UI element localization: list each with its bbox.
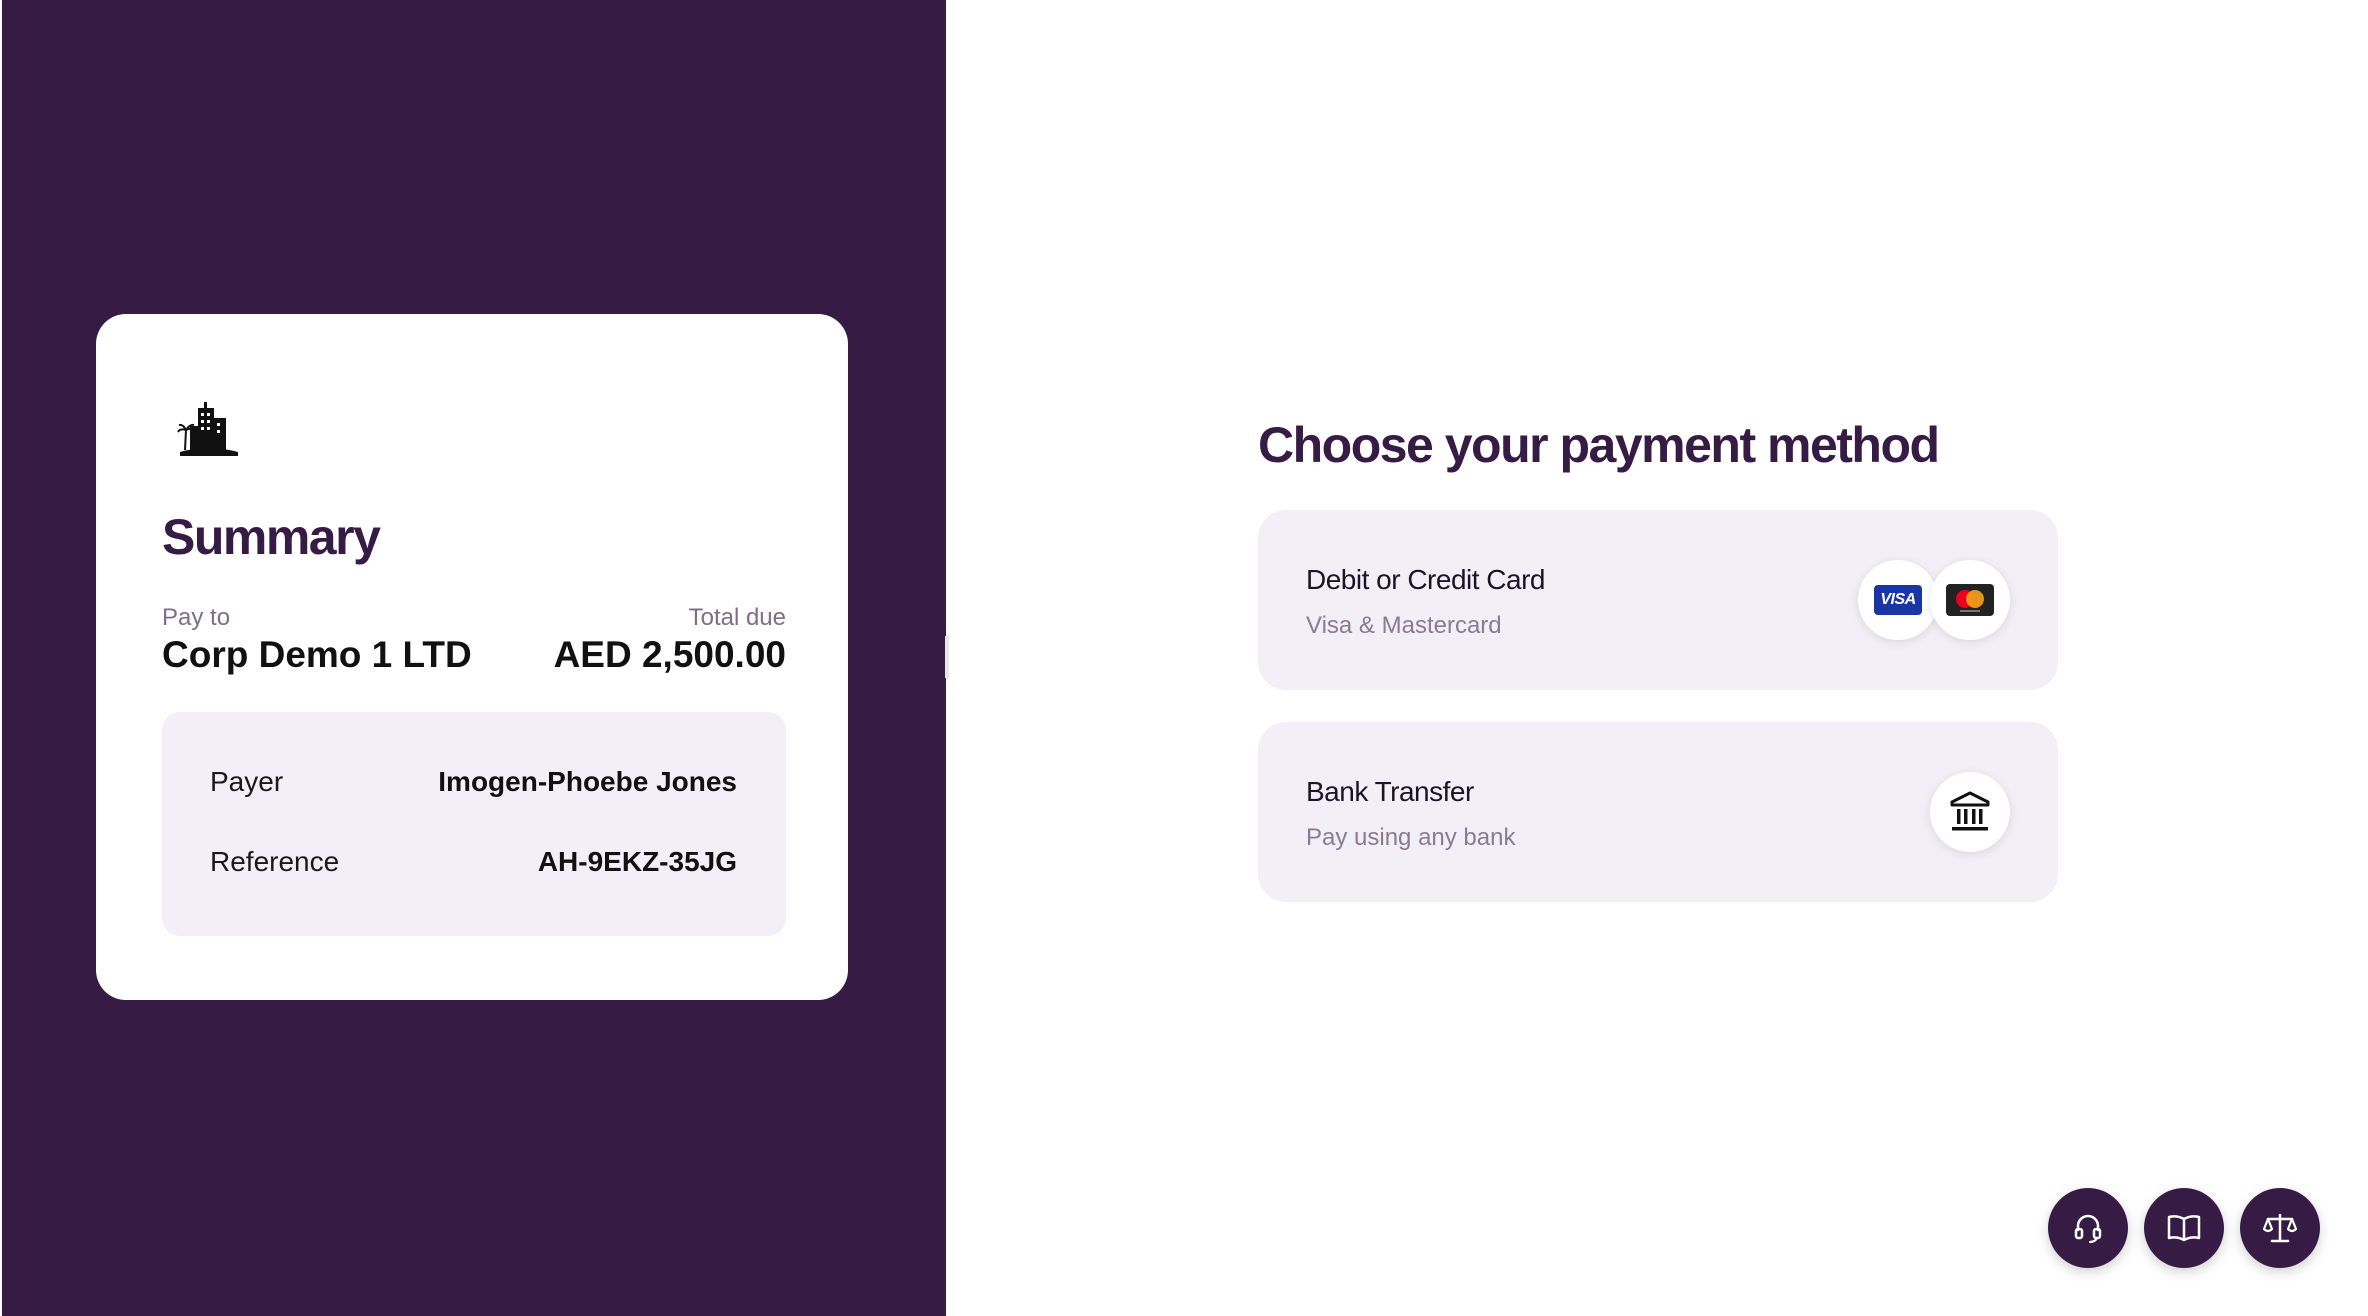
headset-icon	[2074, 1214, 2102, 1244]
visa-logo-icon: VISA	[1874, 585, 1922, 615]
scales-icon	[2262, 1213, 2298, 1243]
payer-value: Imogen-Phoebe Jones	[438, 766, 737, 797]
method-name: Bank Transfer	[1306, 776, 1474, 807]
card-payment-option[interactable]: Debit or Credit Card Visa & Mastercard V…	[1258, 510, 2058, 690]
payment-details-box	[162, 712, 786, 936]
mastercard-logo-icon	[1946, 584, 1994, 616]
total-due-label: Total due	[688, 604, 786, 631]
method-description: Visa & Mastercard	[1306, 612, 1502, 639]
pay-to-value: Corp Demo 1 LTD	[162, 634, 472, 675]
panel-resize-handle[interactable]	[945, 636, 949, 678]
payer-label: Payer	[210, 766, 284, 797]
support-button[interactable]	[2048, 1188, 2128, 1268]
pay-to-label: Pay to	[162, 604, 231, 631]
bank-transfer-option[interactable]: Bank Transfer Pay using any bank	[1258, 722, 2058, 902]
reference-value: AH-9EKZ-35JG	[537, 846, 737, 877]
mastercard-badge	[1930, 560, 2010, 640]
total-due-value: AED 2,500.00	[553, 634, 786, 675]
method-description: Pay using any bank	[1306, 824, 1516, 851]
summary-title: Summary	[162, 509, 381, 565]
reference-label: Reference	[210, 846, 340, 877]
building-logo-icon	[177, 402, 238, 456]
bank-badge	[1930, 772, 2010, 852]
bank-icon	[1950, 791, 1990, 831]
payment-method-title: Choose your payment method	[1258, 417, 1940, 473]
guide-button[interactable]	[2144, 1188, 2224, 1268]
visa-badge: VISA	[1858, 560, 1938, 640]
book-icon	[2167, 1215, 2201, 1242]
legal-button[interactable]	[2240, 1188, 2320, 1268]
method-name: Debit or Credit Card	[1306, 564, 1545, 595]
